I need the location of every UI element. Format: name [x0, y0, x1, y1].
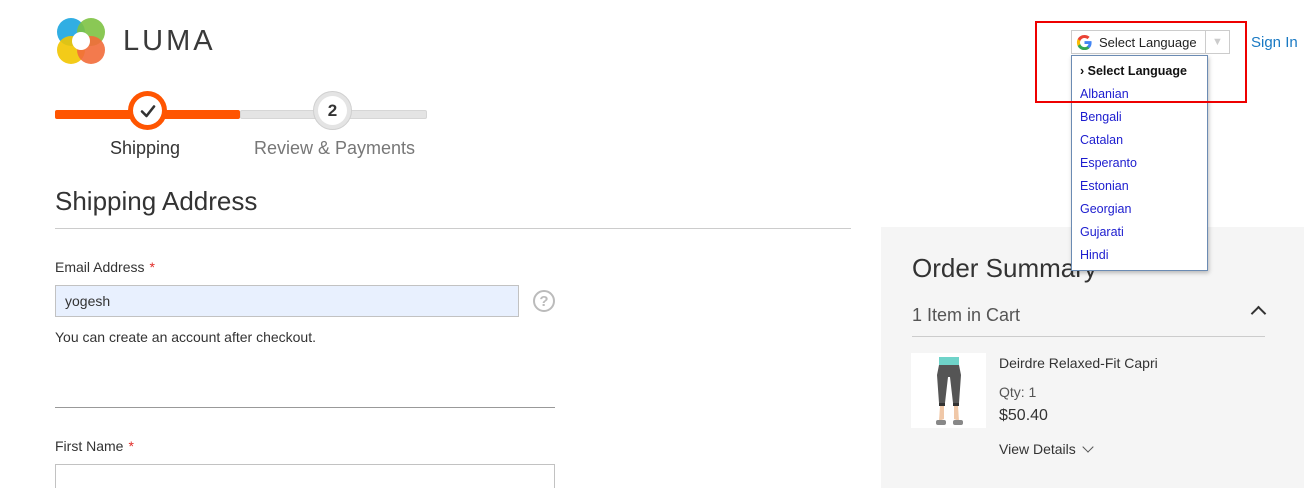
checkmark-icon [140, 104, 155, 117]
divider [55, 228, 851, 229]
required-mark: * [128, 438, 134, 454]
product-thumbnail [911, 353, 986, 428]
step-shipping-marker[interactable] [128, 91, 167, 130]
items-in-cart[interactable]: 1 Item in Cart [912, 305, 1020, 326]
language-option[interactable]: Catalan [1080, 133, 1123, 147]
product-name: Deirdre Relaxed-Fit Capri [999, 355, 1158, 371]
email-label: Email Address * [55, 259, 155, 275]
highlight-box [1035, 21, 1247, 103]
brand-name: LUMA [123, 24, 216, 57]
step-review-label[interactable]: Review & Payments [254, 138, 415, 159]
language-option[interactable]: Estonian [1080, 179, 1129, 193]
first-name-field[interactable] [55, 464, 555, 488]
chevron-up-icon[interactable] [1250, 305, 1267, 322]
luma-logo-icon [57, 18, 105, 64]
chevron-down-icon [1082, 441, 1094, 453]
capri-pants-image [935, 356, 963, 425]
shipping-address-title: Shipping Address [55, 186, 258, 216]
language-option[interactable]: Bengali [1080, 110, 1122, 124]
divider [912, 336, 1265, 337]
language-option[interactable]: Georgian [1080, 202, 1131, 216]
luma-logo[interactable]: LUMA [55, 16, 216, 66]
language-option[interactable]: Gujarati [1080, 225, 1124, 239]
email-label-text: Email Address [55, 259, 145, 275]
step-shipping-label[interactable]: Shipping [110, 138, 180, 159]
required-mark: * [149, 259, 155, 275]
help-icon[interactable]: ? [533, 290, 555, 312]
step-review-marker[interactable]: 2 [313, 91, 352, 130]
order-summary-title: Order Summary [912, 253, 1097, 283]
view-details-link[interactable]: View Details [999, 441, 1094, 457]
product-qty: Qty: 1 [999, 384, 1037, 400]
language-option[interactable]: Hindi [1080, 248, 1109, 262]
view-details-label: View Details [999, 441, 1076, 457]
email-note: You can create an account after checkout… [55, 329, 316, 345]
product-price: $50.40 [999, 407, 1048, 424]
divider [55, 407, 555, 408]
first-name-label: First Name * [55, 438, 134, 454]
step-number: 2 [318, 96, 347, 125]
email-field[interactable]: yogesh [55, 285, 519, 317]
language-option[interactable]: Esperanto [1080, 156, 1137, 170]
sign-in-link[interactable]: Sign In [1251, 34, 1298, 51]
first-name-label-text: First Name [55, 438, 124, 454]
